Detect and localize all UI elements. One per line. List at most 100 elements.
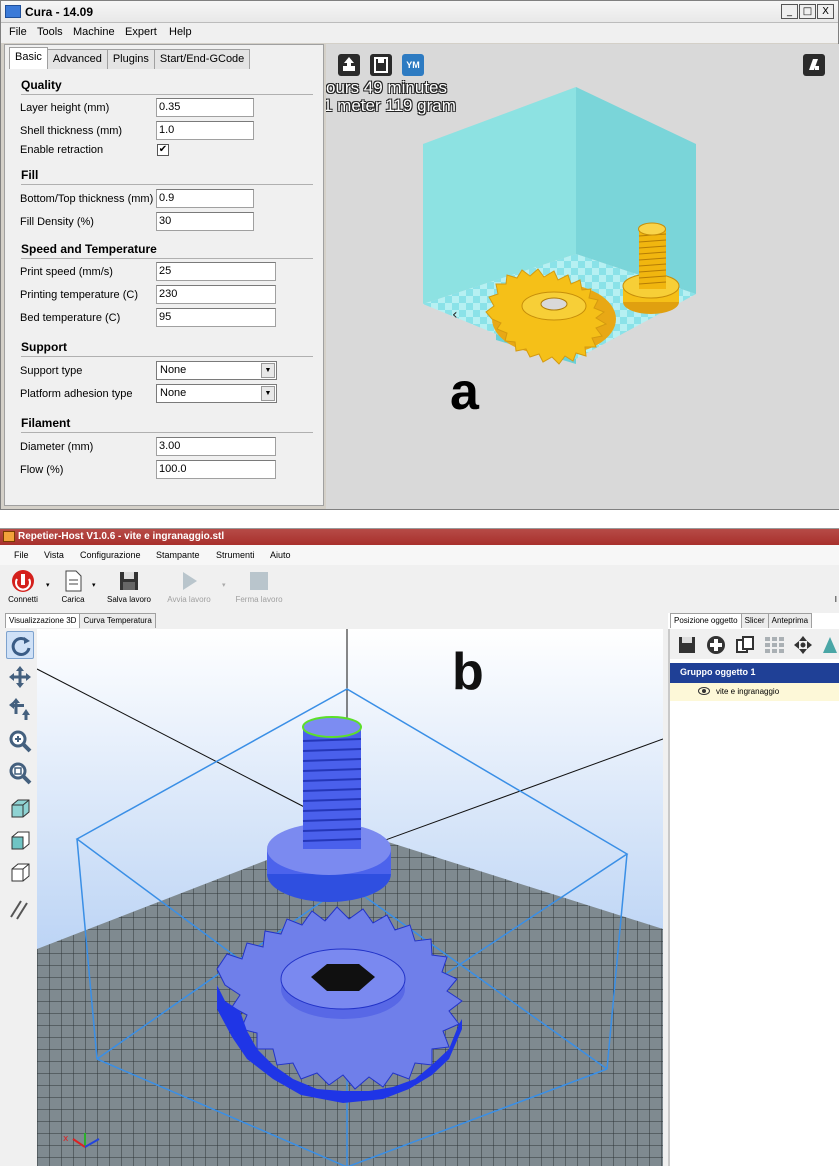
- youmagine-icon[interactable]: YM: [402, 54, 424, 76]
- print-time-text: ours 49 minutes: [326, 78, 447, 97]
- fill-density-input[interactable]: 30: [156, 212, 254, 231]
- tab-plugins[interactable]: Plugins: [106, 49, 155, 69]
- stop-icon: [250, 572, 268, 590]
- eye-icon[interactable]: [698, 687, 710, 695]
- connect-label: Connetti: [8, 595, 38, 604]
- printing-temperature-input[interactable]: 230: [156, 285, 276, 304]
- support-type-value: None: [160, 364, 187, 376]
- tab-basic[interactable]: Basic: [9, 47, 48, 69]
- tab-advanced[interactable]: Advanced: [46, 49, 108, 69]
- view-mode-icon[interactable]: [803, 54, 825, 76]
- move-object-icon[interactable]: [6, 695, 34, 723]
- chevron-down-icon[interactable]: ▾: [222, 581, 226, 589]
- section-divider: [21, 184, 313, 185]
- start-job-label: Avvia lavoro: [167, 595, 211, 604]
- tab-posizione-oggetto[interactable]: Posizione oggetto: [670, 613, 742, 628]
- menu-configurazione[interactable]: Configurazione: [80, 550, 141, 560]
- menu-expert[interactable]: Expert: [125, 26, 157, 38]
- repetier-3d-viewport[interactable]: x b: [37, 629, 663, 1166]
- load-model-icon[interactable]: [338, 54, 360, 76]
- menu-vista[interactable]: Vista: [44, 550, 64, 560]
- tab-start-end-gcode[interactable]: Start/End-GCode: [153, 49, 251, 69]
- svg-text:‹: ‹: [452, 307, 458, 323]
- power-plug-icon: [12, 570, 34, 592]
- menu-aiuto[interactable]: Aiuto: [270, 550, 291, 560]
- cura-menubar: File Tools Machine Expert Help: [1, 23, 838, 43]
- front-view-icon[interactable]: [6, 827, 34, 855]
- section-divider: [21, 432, 313, 433]
- section-divider: [21, 94, 313, 95]
- panel-divider: [668, 629, 670, 1166]
- toolbar-overflow[interactable]: I: [835, 595, 837, 604]
- bottom-top-thickness-input[interactable]: 0.9: [156, 189, 254, 208]
- support-type-select[interactable]: None ▼: [156, 361, 277, 380]
- panel-letter-b: b: [452, 643, 484, 701]
- menu-strumenti[interactable]: Strumenti: [216, 550, 255, 560]
- platform-adhesion-select[interactable]: None ▼: [156, 384, 277, 403]
- section-title-speed: Speed and Temperature: [21, 242, 157, 256]
- rotate-view-icon[interactable]: [6, 631, 34, 659]
- printing-temperature-label: Printing temperature (C): [20, 289, 138, 301]
- object-group-header[interactable]: Gruppo oggetto 1: [670, 663, 839, 683]
- shell-thickness-input[interactable]: 1.0: [156, 121, 254, 140]
- center-object-icon[interactable]: [792, 634, 814, 656]
- add-object-icon[interactable]: [705, 634, 727, 656]
- fit-zoom-icon[interactable]: [6, 759, 34, 787]
- isometric-view-icon[interactable]: [6, 795, 34, 823]
- save-icon[interactable]: [676, 634, 698, 656]
- floppy-disk-icon: [120, 572, 138, 590]
- tab-anteprima[interactable]: Anteprima: [767, 613, 813, 628]
- document-icon: [65, 570, 82, 592]
- load-button[interactable]: Carica: [60, 569, 86, 607]
- cura-3d-viewport[interactable]: ‹ YM ours 49 minutes 1 meter 119 gram a: [326, 44, 839, 509]
- maximize-button[interactable]: □: [799, 4, 816, 19]
- layer-height-input[interactable]: 0.35: [156, 98, 254, 117]
- zoom-icon[interactable]: [6, 727, 34, 755]
- tab-visualizzazione-3d[interactable]: Visualizzazione 3D: [5, 613, 81, 628]
- copy-object-icon[interactable]: [734, 634, 756, 656]
- flow-input[interactable]: 100.0: [156, 460, 276, 479]
- section-title-support: Support: [21, 340, 67, 354]
- menu-stampante[interactable]: Stampante: [156, 550, 200, 560]
- cura-window: Cura - 14.09 _ □ X File Tools Machine Ex…: [0, 0, 839, 510]
- chevron-down-icon[interactable]: ▾: [46, 581, 50, 589]
- tab-slicer[interactable]: Slicer: [740, 613, 769, 628]
- object-name: vite e ingranaggio: [716, 687, 780, 696]
- save-job-button[interactable]: Salva lavoro: [107, 569, 151, 607]
- mirror-icon[interactable]: [820, 634, 839, 656]
- close-button[interactable]: X: [817, 4, 834, 19]
- tab-curva-temperatura[interactable]: Curva Temperatura: [79, 613, 156, 628]
- menu-machine[interactable]: Machine: [73, 26, 115, 38]
- bed-temperature-input[interactable]: 95: [156, 308, 276, 327]
- enable-retraction-checkbox[interactable]: ✔: [157, 144, 169, 156]
- repetier-toolbar: Connetti ▾ Carica ▾ Salva lavoro Avvia l…: [0, 565, 839, 607]
- side-view-icon[interactable]: [6, 859, 34, 887]
- repetier-titlebar: Repetier-Host V1.0.6 - vite e ingranaggi…: [0, 529, 839, 545]
- object-list-item[interactable]: vite e ingranaggio: [670, 683, 839, 701]
- chevron-down-icon[interactable]: ▼: [261, 386, 275, 401]
- move-view-icon[interactable]: [6, 663, 34, 691]
- menu-help[interactable]: Help: [169, 26, 192, 38]
- menu-tools[interactable]: Tools: [37, 26, 63, 38]
- connect-button[interactable]: Connetti: [8, 569, 38, 607]
- diameter-input[interactable]: 3.00: [156, 437, 276, 456]
- bed-temperature-label: Bed temperature (C): [20, 312, 121, 324]
- start-job-button[interactable]: Avvia lavoro: [167, 569, 211, 607]
- chevron-down-icon[interactable]: ▾: [92, 581, 96, 589]
- grid-arrange-icon[interactable]: [763, 634, 785, 656]
- print-speed-input[interactable]: 25: [156, 262, 276, 281]
- panel-letter-a: a: [450, 363, 479, 421]
- section-title-fill: Fill: [21, 168, 39, 182]
- repetier-menubar: File Vista Configurazione Stampante Stru…: [0, 545, 839, 565]
- minimize-button[interactable]: _: [781, 4, 798, 19]
- load-label: Carica: [61, 595, 85, 604]
- menu-file[interactable]: File: [9, 26, 27, 38]
- object-panel: Posizione oggetto Slicer Anteprima Grupp…: [668, 613, 839, 1166]
- menu-file[interactable]: File: [14, 550, 29, 560]
- print-speed-label: Print speed (mm/s): [20, 266, 113, 278]
- stop-job-button[interactable]: Ferma lavoro: [235, 569, 283, 607]
- parallel-projection-icon[interactable]: [6, 895, 34, 923]
- chevron-down-icon[interactable]: ▼: [261, 363, 275, 378]
- save-toolpath-icon[interactable]: [370, 54, 392, 76]
- flow-label: Flow (%): [20, 464, 64, 476]
